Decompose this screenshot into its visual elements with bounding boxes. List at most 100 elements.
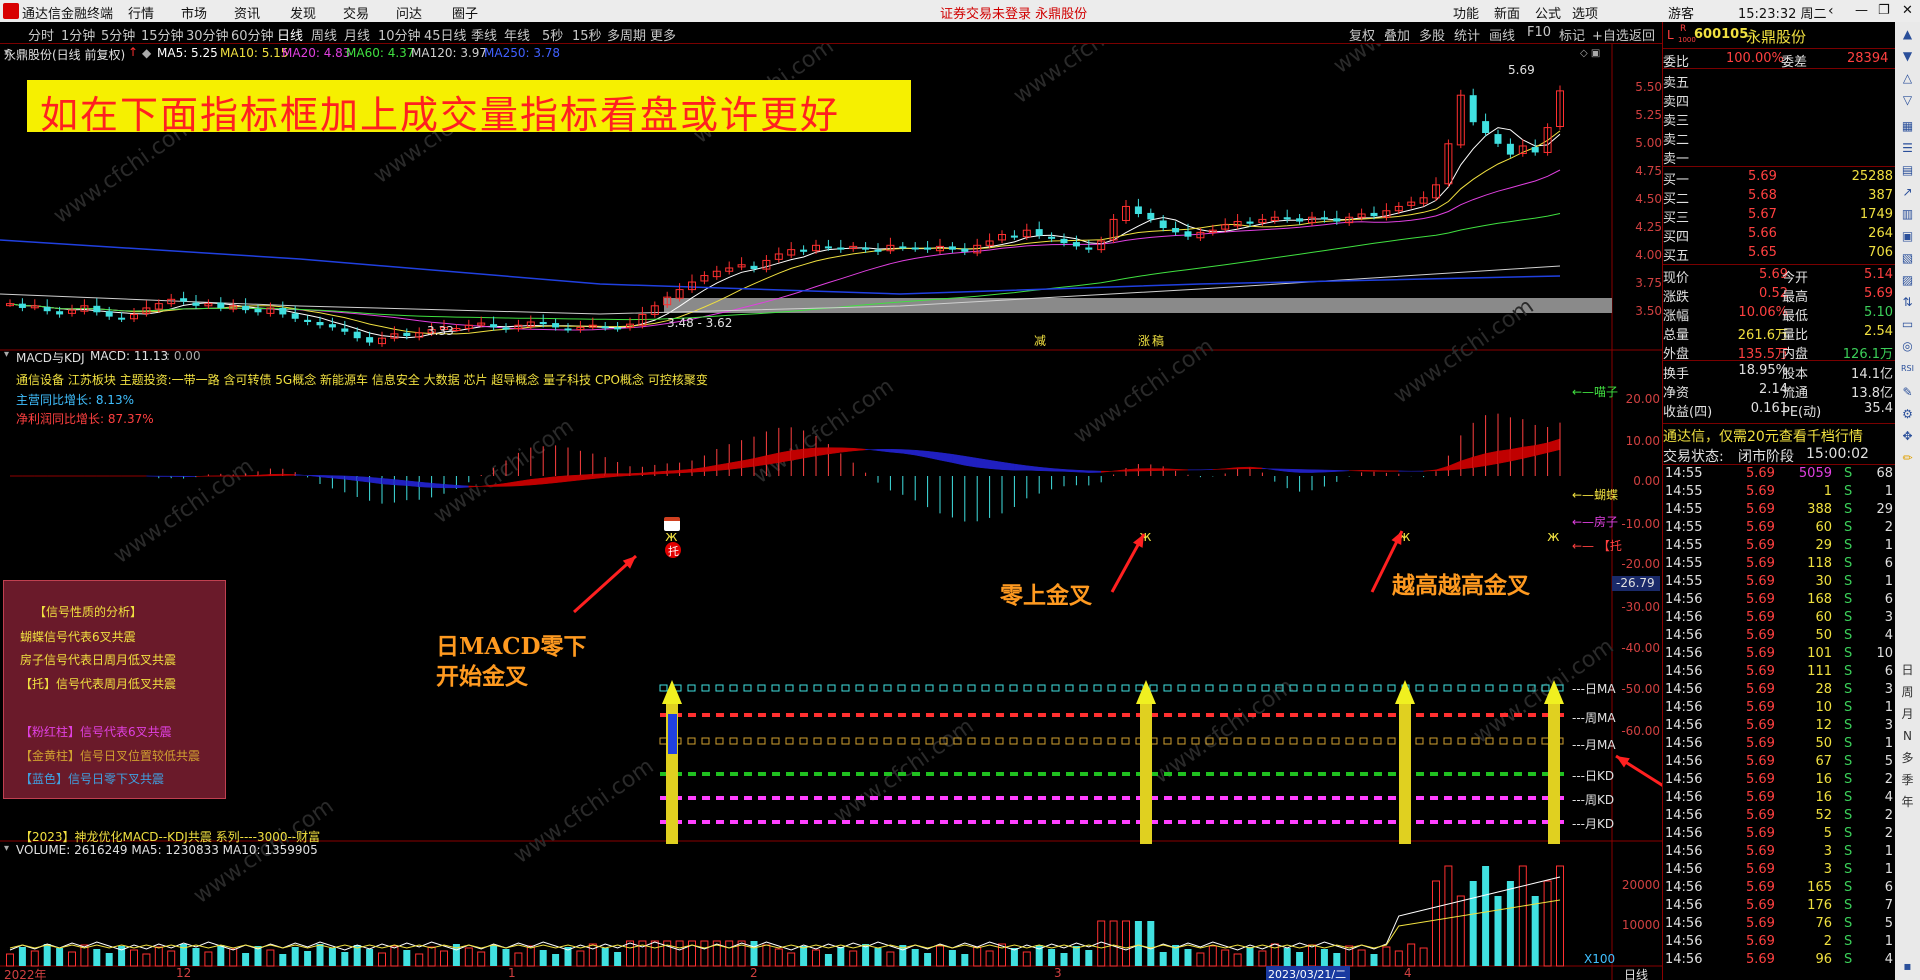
- side-multi-icon[interactable]: 多: [1899, 750, 1916, 767]
- volume-collapse-icon[interactable]: ▾: [4, 843, 9, 854]
- macd-band: [1162, 468, 1176, 471]
- candle: [564, 328, 572, 331]
- x-period-label[interactable]: 日线: [1624, 966, 1648, 980]
- period-45day[interactable]: 45日线: [424, 25, 467, 44]
- side-week-icon[interactable]: 周: [1899, 684, 1916, 701]
- menu-jiaoyi[interactable]: 交易: [343, 3, 369, 22]
- trade-price: 5.69: [1746, 502, 1775, 517]
- menu-quanzi[interactable]: 圈子: [452, 3, 478, 22]
- side-month-icon[interactable]: 月: [1899, 706, 1916, 723]
- draw-icon[interactable]: ✏: [1899, 450, 1916, 467]
- scroll-handle[interactable]: ▪: [1899, 958, 1916, 975]
- tool-duogu[interactable]: 多股: [1419, 25, 1445, 44]
- chart-icon[interactable]: ▤: [1899, 162, 1916, 179]
- period-year[interactable]: 年线: [504, 25, 530, 44]
- tool-fuquan[interactable]: 复权: [1349, 25, 1375, 44]
- period-5s[interactable]: 5秒: [542, 25, 563, 44]
- layout-icon[interactable]: ▧: [1899, 250, 1916, 267]
- menu-gongshi[interactable]: 公式: [1535, 3, 1561, 22]
- macd-band: [865, 448, 879, 451]
- signal-dot: [702, 820, 710, 824]
- target-icon[interactable]: ◎: [1899, 338, 1916, 355]
- trade-volume: 12: [1815, 718, 1832, 733]
- signal-dot: [1066, 796, 1074, 800]
- sort-icon[interactable]: ⇅: [1899, 294, 1916, 311]
- menu-wenda[interactable]: 问达: [396, 3, 422, 22]
- tool-huaxian[interactable]: 画线: [1489, 25, 1515, 44]
- close-icon[interactable]: ✕: [1902, 3, 1913, 18]
- login-notice[interactable]: 证券交易未登录 永鼎股份: [940, 3, 1087, 22]
- period-daily[interactable]: 日线: [277, 25, 303, 44]
- side-day-icon[interactable]: 日: [1899, 662, 1916, 679]
- period-10min[interactable]: 10分钟: [378, 25, 421, 44]
- trade-time: 14:56: [1665, 772, 1703, 787]
- period-monthly[interactable]: 月线: [344, 25, 370, 44]
- bar-icon[interactable]: ▥: [1899, 206, 1916, 223]
- period-quarter[interactable]: 季线: [471, 25, 497, 44]
- menu-shichang[interactable]: 市场: [181, 3, 207, 22]
- signal-dot: [1233, 737, 1242, 745]
- trade-volume: 2: [1823, 934, 1832, 949]
- trade-volume: 3: [1823, 844, 1832, 859]
- volume-bar: [464, 947, 473, 967]
- menu-zixun[interactable]: 资讯: [234, 3, 260, 22]
- trade-volume: 5: [1823, 826, 1832, 841]
- candle: [180, 298, 188, 302]
- monitor-icon[interactable]: ▭: [1899, 316, 1916, 333]
- trade-time: 14:55: [1665, 466, 1703, 481]
- rsi-icon[interactable]: RSI: [1899, 360, 1916, 377]
- menu-gongneng[interactable]: 功能: [1453, 3, 1479, 22]
- tool-tongji[interactable]: 统计: [1454, 25, 1480, 44]
- grid-icon[interactable]: ▦: [1899, 118, 1916, 135]
- tool-f10[interactable]: F10: [1527, 25, 1551, 40]
- window-icon[interactable]: ▣: [1899, 228, 1916, 245]
- side-quarter-icon[interactable]: 季: [1899, 772, 1916, 789]
- period-multi[interactable]: 多周期: [607, 25, 646, 44]
- volume-bar: [56, 948, 64, 966]
- gear-icon[interactable]: ⚙: [1899, 406, 1916, 423]
- arrow-down-icon[interactable]: ▼: [1899, 48, 1916, 65]
- move-icon[interactable]: ✥: [1899, 428, 1916, 445]
- period-5min[interactable]: 5分钟: [101, 25, 135, 44]
- menu-faxian[interactable]: 发现: [290, 3, 316, 22]
- arrow-up-icon[interactable]: △: [1899, 70, 1916, 87]
- user-label[interactable]: 游客: [1668, 3, 1694, 22]
- side-year-icon[interactable]: 年: [1899, 794, 1916, 811]
- period-15min[interactable]: 15分钟: [141, 25, 184, 44]
- table-icon[interactable]: ▨: [1899, 272, 1916, 289]
- list-icon[interactable]: ☰: [1899, 140, 1916, 157]
- period-60min[interactable]: 60分钟: [231, 25, 274, 44]
- trend-icon[interactable]: ↗: [1899, 184, 1916, 201]
- arrow-up-icon[interactable]: ▲: [1899, 26, 1916, 43]
- volume-bar: [626, 940, 634, 967]
- macd-band: [1237, 466, 1251, 470]
- volume-bar: [526, 945, 535, 967]
- ad-banner[interactable]: 通达信，仅需20元查看千档行情: [1663, 426, 1863, 446]
- restore-icon[interactable]: ❐: [1878, 3, 1890, 18]
- candle: [118, 317, 126, 320]
- ma-settings-icon[interactable]: ◆: [142, 46, 151, 60]
- menu-xuanxiang[interactable]: 选项: [1572, 3, 1598, 22]
- nav-back-icon[interactable]: ‹: [1828, 3, 1834, 19]
- menu-xinmian[interactable]: 新面: [1494, 3, 1520, 22]
- macd-collapse-icon[interactable]: ▾: [4, 349, 9, 360]
- signal-dot: [743, 684, 752, 692]
- arrow-down-icon[interactable]: ▽: [1899, 92, 1916, 109]
- period-fenshi[interactable]: 分时: [28, 25, 54, 44]
- period-more[interactable]: 更多: [650, 25, 676, 44]
- minimize-icon[interactable]: —: [1855, 3, 1868, 18]
- tool-diejia[interactable]: 叠加: [1384, 25, 1410, 44]
- tool-biaoji[interactable]: 标记: [1559, 25, 1585, 44]
- period-30min[interactable]: 30分钟: [186, 25, 229, 44]
- period-1min[interactable]: 1分钟: [61, 25, 95, 44]
- tool-fanhui[interactable]: 返回: [1629, 25, 1655, 44]
- period-15s[interactable]: 15秒: [572, 25, 602, 44]
- pen-icon[interactable]: ✎: [1899, 384, 1916, 401]
- menu-hangqing[interactable]: 行情: [128, 3, 154, 22]
- buy-price: 5.66: [1748, 226, 1777, 241]
- side-n-icon[interactable]: N: [1899, 728, 1916, 745]
- stat-label: 现价: [1663, 271, 1690, 286]
- period-weekly[interactable]: 周线: [311, 25, 337, 44]
- chart-expand-icon[interactable]: ◇ ▣: [1580, 48, 1600, 59]
- tool-zixuan[interactable]: +自选: [1592, 25, 1629, 44]
